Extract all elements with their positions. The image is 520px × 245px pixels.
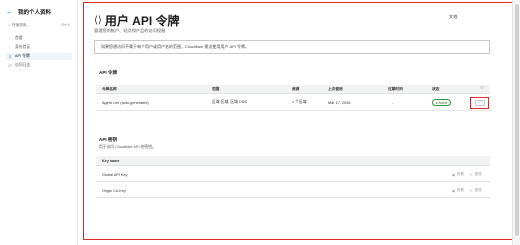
sidebar-search[interactable]: ⌕ 快速搜索... Ctrl+K: [6, 21, 72, 29]
search-icon: ⌕: [8, 23, 11, 27]
more-dots-icon: ···: [474, 100, 485, 106]
scrollbar-thumb[interactable]: [515, 4, 519, 236]
view-key-button[interactable]: ◉ 查看: [452, 188, 464, 193]
action-label: 更改: [474, 172, 482, 176]
column-header: Key name: [102, 158, 120, 163]
change-key-button[interactable]: ✎ 更改: [470, 172, 482, 177]
api-keys-heading: API 密钥: [99, 137, 118, 142]
key-name: Origin CA Key: [102, 188, 126, 193]
tokens-table-header: 令牌名称 范围 资源 上次使用 过期时间 状态: [96, 85, 490, 94]
token-expires: -: [392, 100, 394, 105]
token-resources: 1 个区域: [292, 100, 307, 104]
edit-icon: ✎: [470, 188, 474, 193]
sidebar: ← 我的个人资料 ⌕ 快速搜索... Ctrl+K ◦ 首要 ◦ 身份验证 ⚷ …: [0, 0, 78, 245]
sidebar-item-authentication[interactable]: ◦ 身份验证: [6, 44, 72, 51]
search-shortcut: Ctrl+K: [61, 23, 70, 27]
action-label: 查看: [456, 172, 464, 176]
code-brackets-icon: ⟨⟩: [94, 15, 102, 26]
key-icon: ⚷: [8, 54, 12, 59]
action-label: 更改: [474, 188, 482, 192]
sidebar-item-label: 访问日志: [15, 63, 31, 67]
change-key-button[interactable]: ✎ 更改: [470, 188, 482, 193]
api-keys-subheading: 用于访问 Cloudflare API 的密钥。: [99, 145, 156, 149]
status-badge-text: Active: [438, 100, 448, 105]
eye-icon: ◉: [452, 188, 456, 193]
page-title-text: 用户 API 令牌: [104, 14, 180, 28]
column-header: 范围: [212, 86, 220, 91]
column-header: 令牌名称: [102, 86, 117, 91]
settings-gear-icon[interactable]: ⚙: [480, 85, 484, 91]
token-name: Agent Lee (auto-generated): [102, 100, 149, 105]
keys-table-header: Key name: [96, 156, 490, 166]
table-row: Agent Lee (auto-generated) 区域:区域, 区域 DNS…: [96, 95, 490, 111]
table-row: Origin CA Key: [96, 184, 490, 198]
table-row: Global API Key: [96, 168, 490, 182]
column-header: 上次使用: [328, 86, 343, 91]
clock-icon: ◷: [8, 63, 12, 68]
action-label: 查看: [456, 188, 464, 192]
api-tokens-heading: API 令牌: [99, 70, 118, 75]
column-header: 资源: [292, 86, 300, 91]
edit-icon: ✎: [470, 172, 474, 177]
vertical-scrollbar[interactable]: [512, 0, 520, 245]
status-badge: ● Active: [432, 99, 452, 106]
sidebar-item-label: 身份验证: [15, 45, 31, 49]
sidebar-item-access-log[interactable]: ◷ 访问日志: [6, 62, 72, 69]
sidebar-item-home[interactable]: ◦ 首要: [6, 35, 72, 42]
back-label: 我的个人资料: [18, 10, 52, 16]
info-notice: 如果您想访问不属于每个用户或用户名的范围，Cloudflare 建议使用用户 A…: [94, 40, 490, 54]
page-subtitle: 管理您的帐户、站点和产品的访问权限: [94, 28, 166, 33]
eye-icon: ◉: [452, 172, 456, 177]
docs-link[interactable]: 文档: [449, 14, 457, 20]
key-name: Global API Key: [102, 172, 128, 177]
sidebar-item-label: 首要: [15, 36, 23, 40]
user-icon: ◦: [9, 45, 11, 50]
token-last-used: Mar 17, 2026: [328, 100, 351, 105]
row-actions-button[interactable]: ···: [470, 97, 489, 109]
token-scope: 区域:区域, 区域 DNS: [212, 100, 248, 104]
arrow-left-icon: ←: [6, 8, 13, 16]
search-placeholder: 快速搜索...: [12, 22, 30, 27]
sidebar-item-label: API 令牌: [15, 54, 30, 58]
view-key-button[interactable]: ◉ 查看: [452, 172, 464, 177]
page-title: ⟨⟩ 用户 API 令牌: [94, 12, 180, 29]
back-to-profile-link[interactable]: ← 我的个人资料: [6, 8, 52, 17]
column-header: 过期时间: [388, 86, 403, 91]
highlight-frame: [83, 2, 513, 240]
column-header: 状态: [432, 86, 440, 91]
main-content: [79, 0, 520, 245]
token-status: ● Active: [432, 95, 452, 110]
sidebar-item-api-tokens[interactable]: ⚷ API 令牌: [6, 53, 72, 60]
user-icon: ◦: [9, 36, 11, 41]
